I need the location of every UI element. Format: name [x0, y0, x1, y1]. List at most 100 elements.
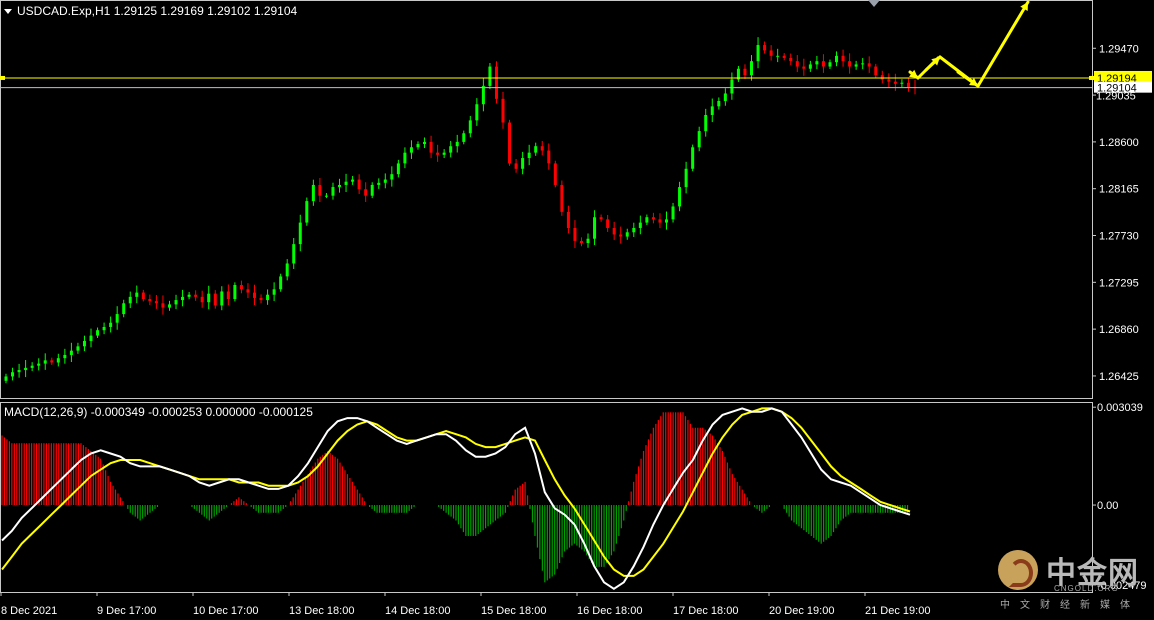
candle-body: [436, 152, 440, 155]
candle-body: [370, 184, 374, 196]
candle-body: [573, 227, 577, 241]
candle-body: [743, 68, 747, 76]
price-axis-label: 1.27295: [1099, 277, 1139, 289]
candle-body: [704, 114, 708, 132]
candle-body: [501, 98, 505, 123]
forecast-path: [908, 0, 1030, 88]
price-pane-frame: [0, 0, 1093, 399]
candle-body: [612, 227, 616, 235]
candle-body: [135, 292, 139, 297]
macd-signal-line: [1, 407, 911, 577]
candle-body: [906, 82, 910, 88]
candle-body: [540, 146, 544, 151]
candle-body: [874, 66, 878, 76]
price-line-handle-right: [1089, 75, 1094, 80]
candle-body: [24, 367, 28, 371]
candle-body: [279, 276, 283, 290]
trading-chart[interactable]: 1.26425 1.26860 1.27295 1.27730 1.28165 1.286…: [0, 0, 1154, 620]
price-axis-label: 1.26860: [1099, 324, 1139, 336]
time-axis-label: 20 Dec 19:00: [769, 605, 834, 617]
candle-body: [89, 335, 93, 341]
price-axis-label: 1.29470: [1099, 43, 1139, 55]
time-axis-label: 10 Dec 17:00: [193, 605, 258, 617]
candle-body: [848, 61, 852, 67]
candle-body: [409, 147, 413, 153]
time-axis-label: 14 Dec 18:00: [385, 605, 450, 617]
candle-body: [880, 75, 884, 80]
candle-body: [651, 217, 655, 220]
candle-body: [900, 82, 904, 84]
candle-body: [324, 195, 328, 197]
candle-body: [174, 300, 178, 305]
symbol-ohlc-text: USDCAD.Exp,H1 1.29125 1.29169 1.29102 1.…: [17, 4, 298, 18]
candle-body: [331, 187, 335, 196]
cngold-logo-icon: [998, 550, 1038, 590]
candle-body: [619, 234, 623, 237]
candle-body: [521, 158, 525, 169]
macd-histogram: [1, 412, 909, 583]
candle-body: [200, 296, 204, 303]
candle-body: [396, 163, 400, 175]
candle-body: [481, 85, 485, 105]
macd-pane-frame: [0, 402, 1093, 593]
candle-body: [429, 141, 433, 153]
candle-body: [148, 299, 152, 302]
candle-body: [344, 181, 348, 185]
watermark: 中金网 CNGOLD.ORG 中文财经新媒体: [998, 546, 1148, 612]
candles-group: [4, 37, 917, 384]
candle-body: [579, 240, 583, 244]
candle-body: [122, 303, 126, 315]
candle-body: [338, 184, 342, 188]
candle-body: [30, 365, 34, 368]
candle-body: [56, 358, 60, 363]
candle-body: [167, 304, 171, 308]
candle-body: [691, 147, 695, 169]
candle-body: [645, 217, 649, 223]
price-axis-label: 1.26425: [1099, 371, 1139, 383]
candle-body: [442, 152, 446, 155]
candle-body: [266, 294, 270, 301]
forecast-arrow-4: [976, 0, 1030, 88]
candle-body: [423, 141, 427, 145]
candle-body: [514, 163, 518, 169]
candle-body: [213, 293, 217, 306]
candle-body: [102, 326, 106, 331]
candle-body: [403, 152, 407, 164]
price-line-handle-left: [0, 75, 5, 80]
macd-axis-label: 0.00: [1097, 500, 1118, 512]
candle-body: [815, 61, 819, 65]
candle-body: [416, 144, 420, 148]
candle-body: [566, 211, 570, 228]
candle-body: [867, 63, 871, 67]
candle-body: [259, 297, 263, 301]
candle-body: [717, 101, 721, 107]
candle-body: [109, 322, 113, 327]
candle-body: [776, 55, 780, 57]
candle-body: [893, 81, 897, 84]
candle-body: [697, 131, 701, 148]
watermark-slogan: 中文财经新媒体: [1000, 600, 1140, 611]
candle-body: [305, 201, 309, 223]
dropdown-triangle-icon[interactable]: [4, 9, 12, 15]
candle-body: [586, 238, 590, 244]
candle-body: [161, 303, 165, 308]
candle-body: [96, 330, 100, 336]
candle-body: [390, 174, 394, 180]
candle-body: [560, 184, 564, 212]
candle-body: [475, 104, 479, 121]
candle-body: [82, 340, 86, 347]
candle-body: [488, 66, 492, 86]
candle-body: [357, 179, 361, 190]
candle-body: [828, 62, 832, 67]
macd-axis-label: 0.003039: [1097, 402, 1143, 414]
candle-body: [272, 289, 276, 295]
candle-body: [632, 227, 636, 233]
candle-body: [769, 50, 773, 56]
shift-marker-icon: [868, 0, 880, 7]
candle-body: [239, 285, 243, 290]
price-axis-label: 1.28165: [1099, 184, 1139, 196]
candle-body: [534, 146, 538, 153]
candle-body: [841, 55, 845, 62]
candle-body: [599, 217, 603, 220]
candle-body: [782, 55, 786, 58]
